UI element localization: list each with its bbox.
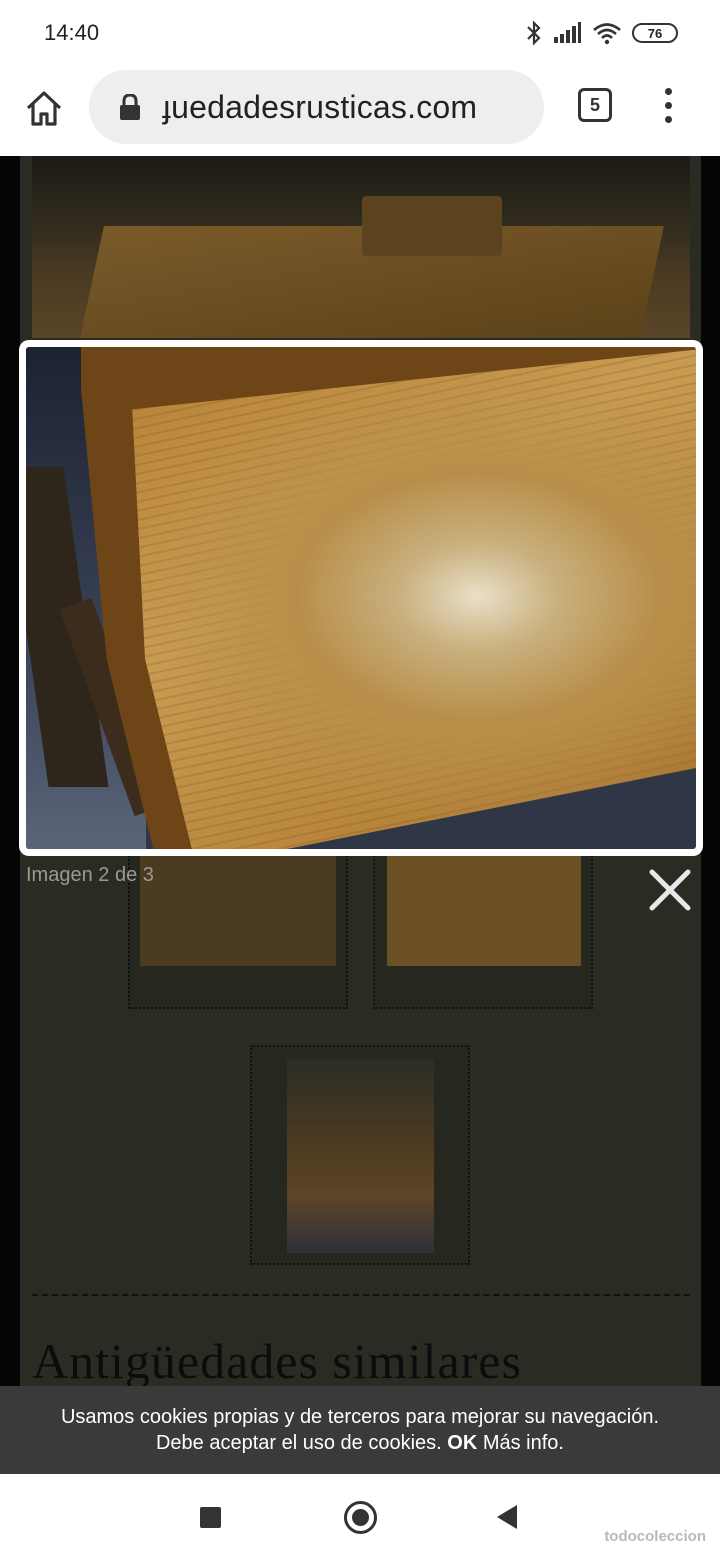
close-icon[interactable] <box>646 866 694 914</box>
photo-candle-holder <box>362 196 502 256</box>
url-bar[interactable]: ɟuedadesrusticas.com <box>89 70 544 144</box>
cookie-banner: Usamos cookies propias y de terceros par… <box>0 1386 720 1474</box>
lightbox-frame <box>19 340 703 856</box>
section-divider <box>32 1294 690 1296</box>
cookie-ok-button[interactable]: OK <box>447 1432 477 1454</box>
thumbnail-3-image <box>287 1059 434 1253</box>
system-nav-bar: todocoleccion <box>0 1474 720 1560</box>
cookie-more-info-link[interactable]: Más info. <box>483 1432 564 1454</box>
browser-toolbar: ɟuedadesrusticas.com 5 <box>0 66 720 156</box>
signal-icon <box>554 22 581 43</box>
thumbnail-3[interactable] <box>250 1045 470 1265</box>
watermark: todocoleccion <box>604 1528 706 1545</box>
lock-icon <box>120 94 140 120</box>
thumbnail-1[interactable] <box>128 846 348 1009</box>
thumbnail-1-image <box>140 848 336 966</box>
wifi-icon <box>593 23 621 45</box>
url-text: ɟuedadesrusticas.com <box>162 89 478 125</box>
back-icon[interactable] <box>497 1505 517 1529</box>
cookie-text-line1: Usamos cookies propias y de terceros par… <box>60 1406 660 1428</box>
lightbox-image[interactable] <box>26 347 696 849</box>
recents-icon[interactable] <box>200 1507 221 1528</box>
similar-items-heading: Antigüedades similares <box>32 1333 522 1389</box>
thumbnail-2[interactable] <box>373 846 593 1009</box>
tabs-button[interactable]: 5 <box>578 88 612 122</box>
status-time: 14:40 <box>44 20 100 45</box>
product-main-photo[interactable] <box>32 156 690 338</box>
image-table-top <box>132 347 696 849</box>
page-content: Antigüedades similares Imagen 2 de 3 <box>0 156 720 1474</box>
more-vert-icon[interactable] <box>656 86 680 126</box>
status-icons: 76 <box>526 18 678 48</box>
home-icon[interactable] <box>22 86 66 130</box>
home-icon[interactable] <box>344 1501 377 1534</box>
cookie-text-line2: Debe aceptar el uso de cookies. <box>155 1432 442 1454</box>
bluetooth-icon <box>527 20 541 46</box>
lightbox-caption: Imagen 2 de 3 <box>26 864 154 886</box>
cookie-text-line2-row: Debe aceptar el uso de cookies. OK Más i… <box>0 1430 720 1456</box>
battery-icon: 76 <box>632 23 678 43</box>
thumbnail-2-image <box>387 848 581 966</box>
status-bar: 14:40 76 <box>0 0 720 66</box>
